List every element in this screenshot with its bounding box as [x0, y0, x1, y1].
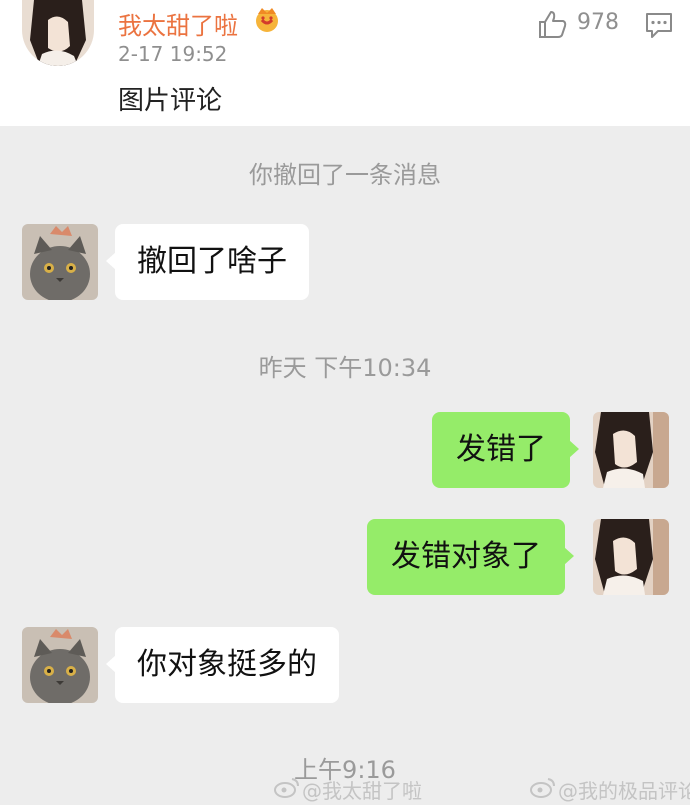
- weibo-logo-icon: [530, 776, 556, 798]
- username[interactable]: 我太甜了啦: [118, 6, 238, 41]
- commenter-avatar[interactable]: [22, 0, 94, 66]
- girl-avatar[interactable]: [593, 412, 669, 488]
- reply-icon[interactable]: [644, 10, 674, 40]
- message-bubble-sent[interactable]: 发错对象了: [367, 519, 574, 595]
- message-bubble-received[interactable]: 撤回了啥子: [106, 224, 309, 300]
- crown-badge-icon: [252, 4, 282, 34]
- thumbs-up-icon[interactable]: [536, 8, 568, 40]
- comment-timestamp: 2-17 19:52: [118, 42, 228, 66]
- recall-notice: 你撤回了一条消息: [249, 161, 441, 189]
- girl-avatar[interactable]: [593, 519, 669, 595]
- message-bubble-received[interactable]: 你对象挺多的: [106, 627, 339, 703]
- comment-text: 图片评论: [118, 86, 223, 116]
- screenshot: 我太甜了啦 2-17 19:52 978 图片评论 你撤回了一条消息 撤回了啥子…: [0, 0, 690, 805]
- watermark-source: @我的极品评论: [558, 779, 690, 803]
- message-bubble-sent[interactable]: 发错了: [432, 412, 579, 488]
- chat-time-divider: 昨天 下午10:34: [258, 354, 432, 382]
- watermark-author: @我太甜了啦: [302, 779, 422, 803]
- like-count: 978: [577, 10, 619, 35]
- weibo-logo-icon: [274, 776, 300, 798]
- cat-avatar[interactable]: [22, 627, 98, 703]
- cat-avatar[interactable]: [22, 224, 98, 300]
- comment-header: 我太甜了啦 2-17 19:52 978 图片评论: [0, 0, 690, 126]
